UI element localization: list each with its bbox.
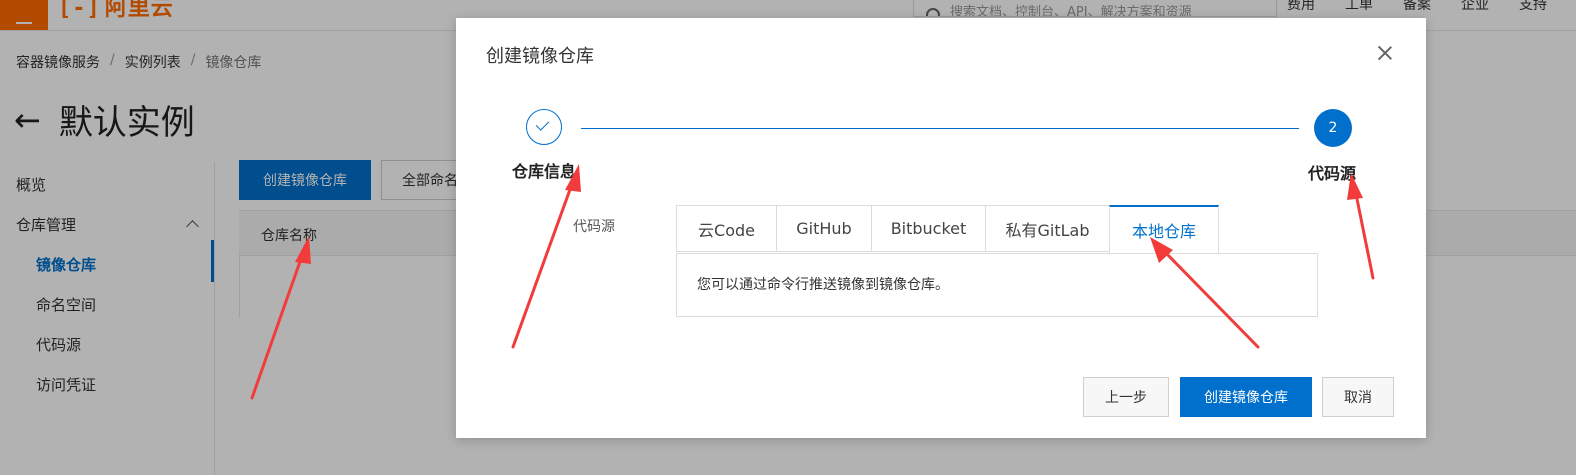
step-1-indicator [526,109,562,145]
close-icon[interactable] [1374,42,1396,64]
dialog-title: 创建镜像仓库 [486,46,594,67]
tab-private-gitlab[interactable]: 私有GitLab [985,205,1109,252]
cancel-button[interactable]: 取消 [1322,377,1394,417]
tab-bitbucket[interactable]: Bitbucket [871,205,985,252]
create-repo-dialog: 创建镜像仓库 2 仓库信息 代码源 代码源 云Code GitHub Bitbu… [456,18,1426,438]
create-repo-submit-button[interactable]: 创建镜像仓库 [1180,377,1312,417]
code-source-label: 代码源 [573,219,615,235]
tab-local-repo[interactable]: 本地仓库 [1109,205,1219,254]
tab-yun-code[interactable]: 云Code [676,205,776,252]
step-2-indicator: 2 [1314,109,1352,147]
panel-description: 您可以通过命令行推送镜像到镜像仓库。 [697,277,949,293]
step-1-label: 仓库信息 [512,162,577,181]
tab-github[interactable]: GitHub [776,205,871,252]
step-2-label: 代码源 [1308,164,1357,183]
previous-step-button[interactable]: 上一步 [1083,377,1169,417]
code-source-tabs: 云Code GitHub Bitbucket 私有GitLab 本地仓库 [676,205,1219,254]
tab-panel: 您可以通过命令行推送镜像到镜像仓库。 [676,253,1318,317]
check-icon [535,117,550,131]
step-connector [581,128,1299,129]
